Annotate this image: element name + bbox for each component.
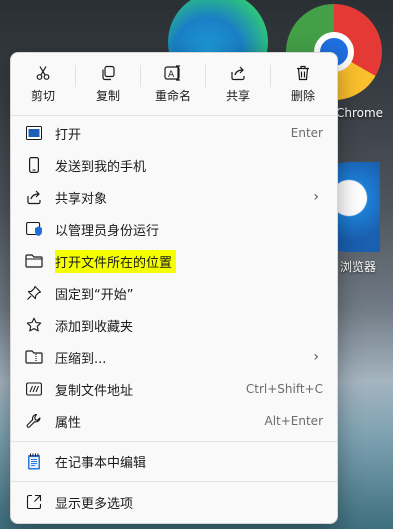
shortcut-text: Enter [290, 126, 323, 140]
chevron-right-icon: › [313, 349, 319, 365]
app-window-icon [25, 124, 43, 142]
admin-shield-icon [25, 220, 43, 238]
wrench-icon [25, 412, 43, 430]
menu-item-label: 以管理员身份运行 [55, 223, 160, 239]
menu-item-show-more-options[interactable]: 显示更多选项 [15, 487, 333, 517]
pin-icon [25, 284, 43, 302]
phone-icon [25, 156, 43, 174]
share-label: 共享 [225, 89, 250, 103]
context-toolbar: 剪切 复制 A 重命名 共享 删除 [11, 53, 337, 109]
menu-item-add-to-favorites[interactable]: 添加到收藏夹 [15, 310, 333, 340]
menu-item-label: 打开 [55, 127, 82, 143]
star-icon [25, 316, 43, 334]
copy-button[interactable]: 复制 [76, 53, 140, 109]
context-menu: 剪切 复制 A 重命名 共享 删除 打开 Enter 发送到我的手机 共享对象 … [10, 52, 338, 524]
menu-item-label: 固定到“开始” [55, 287, 134, 303]
menu-item-open-file-location[interactable]: 打开文件所在的位置 [15, 246, 333, 276]
menu-item-open[interactable]: 打开 Enter [15, 118, 333, 148]
menu-item-send-to-phone[interactable]: 发送到我的手机 [15, 150, 333, 180]
menu-item-label: 在记事本中编辑 [55, 455, 147, 471]
menu-divider [11, 115, 337, 116]
cut-label: 剪切 [30, 89, 55, 103]
menu-item-label: 复制文件地址 [55, 383, 134, 399]
menu-item-label: 打开文件所在的位置 [55, 249, 177, 273]
cut-button[interactable]: 剪切 [11, 53, 75, 109]
chrome-desktop-label: Chrome [336, 106, 384, 120]
menu-item-label: 发送到我的手机 [55, 159, 147, 175]
trash-icon [295, 64, 311, 82]
menu-item-label: 显示更多选项 [55, 496, 134, 512]
copy-icon [100, 64, 116, 82]
menu-item-run-as-admin[interactable]: 以管理员身份运行 [15, 214, 333, 244]
zip-folder-icon [25, 348, 43, 366]
menu-item-edit-in-notepad[interactable]: 在记事本中编辑 [15, 446, 333, 476]
menu-item-label: 压缩到... [55, 351, 107, 367]
shortcut-text: Alt+Enter [264, 414, 323, 428]
open-external-icon [25, 493, 43, 511]
menu-divider [11, 481, 337, 482]
menu-item-label: 属性 [55, 415, 82, 431]
menu-item-label: 共享对象 [55, 191, 108, 207]
rename-label: 重命名 [154, 89, 191, 103]
delete-label: 删除 [290, 89, 315, 103]
menu-divider [11, 441, 337, 442]
menu-item-compress-to[interactable]: 压缩到... › [15, 342, 333, 372]
svg-text:A: A [168, 70, 175, 80]
share-icon [25, 188, 43, 206]
notepad-icon [25, 452, 43, 470]
menu-item-copy-path[interactable]: 复制文件地址 Ctrl+Shift+C [15, 374, 333, 404]
shortcut-text: Ctrl+Shift+C [245, 382, 323, 396]
chevron-right-icon: › [313, 189, 319, 205]
rename-button[interactable]: A 重命名 [141, 53, 205, 109]
rename-icon: A [164, 64, 182, 82]
delete-button[interactable]: 删除 [271, 53, 335, 109]
scissors-icon [35, 64, 51, 82]
menu-item-label: 添加到收藏夹 [55, 319, 134, 335]
share-button[interactable]: 共享 [206, 53, 270, 109]
browser-desktop-label: 浏览器 [340, 260, 377, 274]
share-icon [230, 64, 246, 82]
folder-icon [25, 252, 43, 270]
copy-path-icon [25, 380, 43, 398]
menu-item-share-object[interactable]: 共享对象 › [15, 182, 333, 212]
copy-label: 复制 [95, 89, 120, 103]
menu-item-properties[interactable]: 属性 Alt+Enter [15, 406, 333, 436]
menu-item-pin-to-start[interactable]: 固定到“开始” [15, 278, 333, 308]
